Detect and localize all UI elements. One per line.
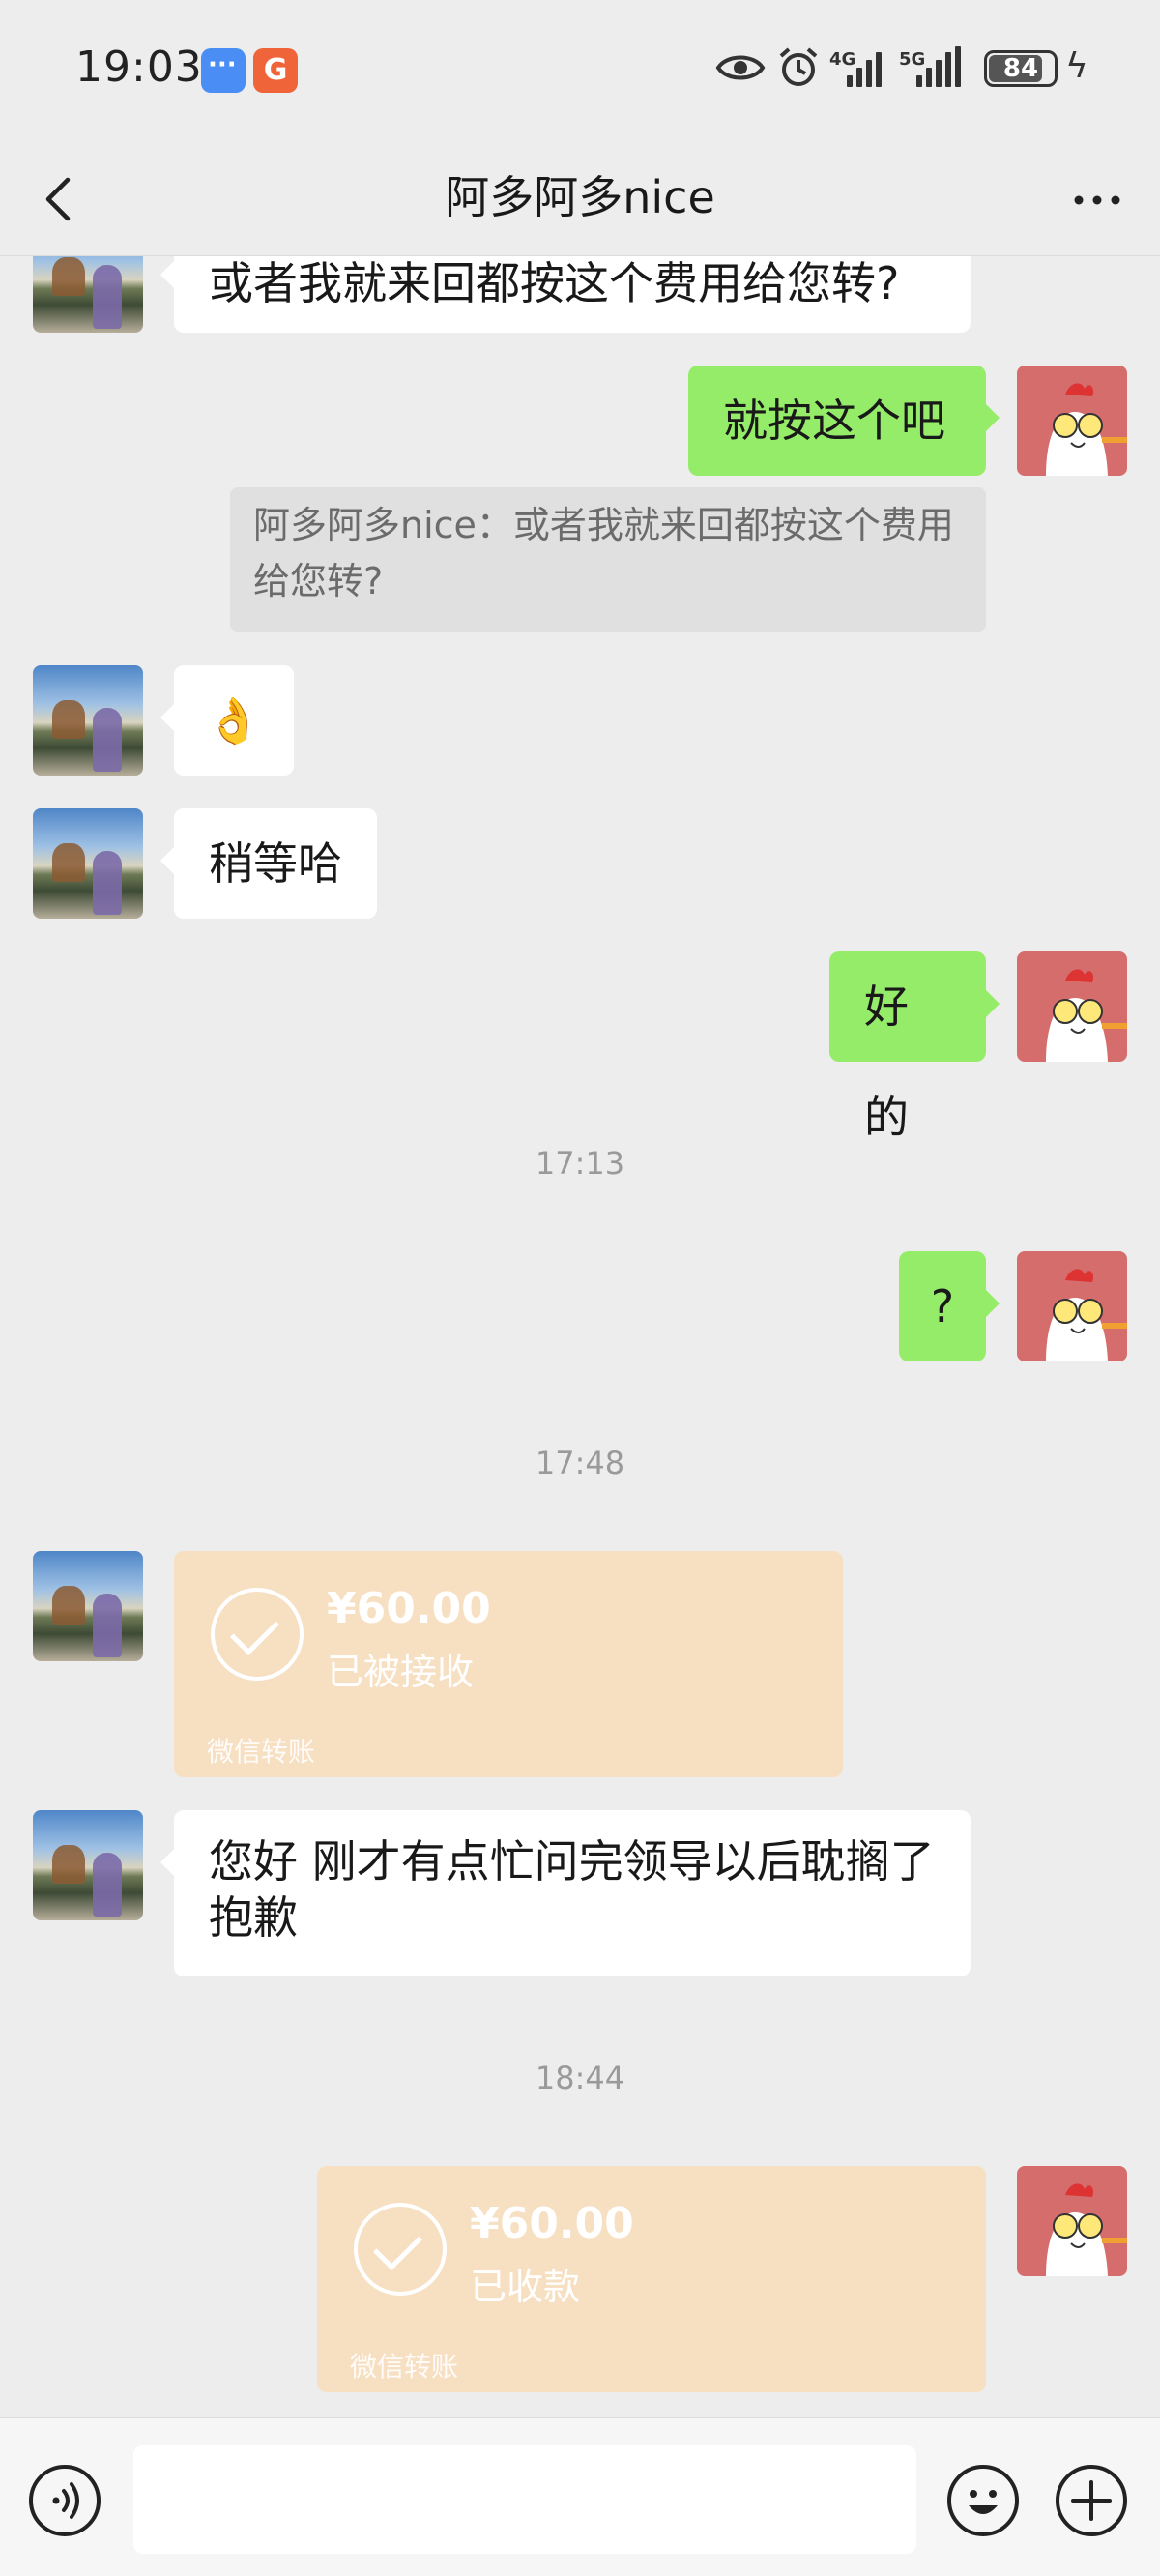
message-text: ? xyxy=(930,1280,955,1332)
message-text: 您好 刚才有点忙问完领导以后耽搁了 抱歉 xyxy=(209,1835,935,1944)
timestamp: 17:13 xyxy=(535,1145,625,1182)
cartoon-avatar-icon xyxy=(1046,2183,1127,2276)
signal-5g-icon: 5G xyxy=(899,46,972,89)
contact-avatar[interactable] xyxy=(33,665,143,776)
status-bar: 19:03 G 4G 5G 84 ϟ xyxy=(0,0,1160,145)
chat-header: 阿多阿多nice xyxy=(0,145,1160,256)
transfer-card[interactable]: ¥60.00 已收款 微信转账 xyxy=(317,2166,986,2392)
my-avatar[interactable] xyxy=(1017,366,1127,476)
transfer-card[interactable]: ¥60.00 已被接收 微信转账 xyxy=(174,1551,843,1777)
check-icon xyxy=(211,1588,304,1681)
cartoon-avatar-icon xyxy=(1046,969,1127,1062)
timestamp: 18:44 xyxy=(535,2060,625,2096)
timestamp: 17:48 xyxy=(535,1445,625,1481)
emoji-icon[interactable] xyxy=(947,2465,1019,2536)
alarm-icon xyxy=(779,47,818,86)
battery-icon: 84 xyxy=(984,50,1058,87)
battery-percent: 84 xyxy=(1002,54,1039,83)
message-bubble-incoming[interactable]: 稍等哈 xyxy=(160,808,377,919)
message-text: 就按这个吧 xyxy=(723,395,945,447)
contact-avatar[interactable] xyxy=(33,1551,143,1661)
contact-avatar[interactable] xyxy=(33,808,143,919)
message-input[interactable] xyxy=(133,2445,916,2554)
messages-app-icon xyxy=(201,48,246,93)
message-bubble-incoming[interactable]: 👌 xyxy=(160,665,294,776)
chat-screen: 19:03 G 4G 5G 84 ϟ xyxy=(0,0,1160,2576)
cartoon-avatar-icon xyxy=(1046,1269,1127,1361)
transfer-status: 已收款 xyxy=(470,2266,581,2308)
transfer-status: 已被接收 xyxy=(327,1651,475,1693)
more-icon[interactable] xyxy=(1063,166,1131,234)
chat-title: 阿多阿多nice xyxy=(445,171,715,223)
cartoon-avatar-icon xyxy=(1046,383,1127,476)
contact-avatar[interactable] xyxy=(33,1810,143,1920)
input-bar xyxy=(0,2417,1160,2576)
quoted-text: 阿多阿多nice：或者我就来回都按这个费用给您转? xyxy=(253,504,954,602)
message-bubble-outgoing[interactable]: ? xyxy=(899,1251,1000,1361)
emoji-message: 👌 xyxy=(206,694,262,746)
message-bubble-incoming[interactable]: 您好 刚才有点忙问完领导以后耽搁了 抱歉 xyxy=(160,1810,971,1976)
message-bubble-outgoing[interactable]: 就按这个吧 xyxy=(688,366,1000,476)
my-avatar[interactable] xyxy=(1017,2166,1127,2276)
message-bubble-outgoing[interactable]: 好的 xyxy=(829,951,1000,1143)
signal-4g-icon: 4G xyxy=(829,46,893,89)
message-text: 或者我就来回都按这个费用给您转? xyxy=(209,257,900,309)
transfer-brand: 微信转账 xyxy=(350,2351,459,2383)
quoted-message[interactable]: 阿多阿多nice：或者我就来回都按这个费用给您转? xyxy=(230,487,986,632)
message-text: 稍等哈 xyxy=(209,837,342,890)
eye-icon xyxy=(715,55,766,80)
transfer-brand: 微信转账 xyxy=(207,1736,316,1768)
charging-icon: ϟ xyxy=(1065,46,1088,86)
plus-icon[interactable] xyxy=(1056,2465,1127,2536)
check-icon xyxy=(354,2203,447,2296)
transfer-amount: ¥60.00 xyxy=(327,1584,491,1633)
app-notification-icon: G xyxy=(253,48,298,93)
my-avatar[interactable] xyxy=(1017,1251,1127,1361)
voice-icon[interactable] xyxy=(29,2465,101,2536)
transfer-amount: ¥60.00 xyxy=(470,2199,634,2248)
status-time: 19:03 xyxy=(75,43,203,92)
my-avatar[interactable] xyxy=(1017,951,1127,1062)
message-text: 好的 xyxy=(864,981,909,1143)
